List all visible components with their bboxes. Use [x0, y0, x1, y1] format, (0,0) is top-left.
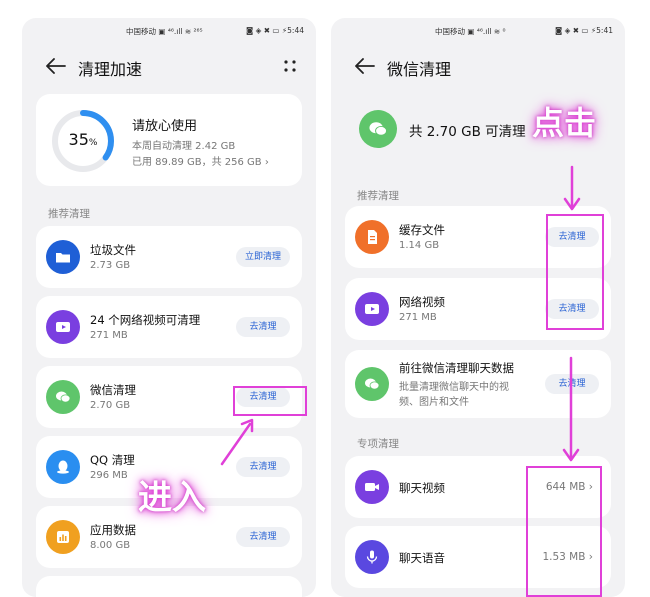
list-item-title: 应用数据	[90, 523, 136, 537]
list-item-size: 1.14 GB	[399, 240, 440, 251]
status-carrier: 中国移动 ▣ ⁴⁶.ıll ≋ ⁰	[435, 27, 506, 36]
list-item-title: 垃圾文件	[90, 243, 136, 257]
app-bar: 微信清理	[331, 48, 625, 84]
list-item-size: 2.73 GB	[90, 260, 131, 271]
summary-used: 已用 89.89 GB，共 256 GB ›	[132, 157, 269, 168]
summary-week: 本周自动清理 2.42 GB	[132, 141, 236, 152]
wechat-icon	[359, 110, 397, 148]
document-icon	[355, 220, 389, 254]
list-item-title: 微信清理	[90, 383, 136, 397]
list-item-desc-line1: 批量清理微信聊天中的视	[399, 382, 509, 393]
list-item-title: 缓存文件	[399, 223, 445, 237]
storage-percent: 35%	[68, 130, 98, 149]
status-right: ◙ ◈ ✖ ▭ ⚡5:41	[554, 26, 613, 35]
list-item-title: QQ 清理	[90, 453, 135, 467]
highlight-box-clean-buttons	[546, 214, 604, 330]
list-item-title: 网络视频	[399, 295, 445, 309]
microphone-icon	[355, 540, 389, 574]
storage-summary-card[interactable]: 35% 请放心使用 本周自动清理 2.42 GB 已用 89.89 GB，共 2…	[36, 94, 302, 186]
status-right: ◙ ◈ ✖ ▭ ⚡5:44	[245, 26, 304, 35]
arrow-annotation	[562, 356, 580, 462]
list-item-title: 前往微信清理聊天数据	[399, 361, 514, 375]
annotation-click: 点击	[532, 104, 597, 142]
page-title: 清理加速	[78, 60, 143, 79]
list-item-partial[interactable]	[36, 576, 302, 597]
back-arrow-icon[interactable]	[46, 58, 66, 74]
status-bar: 中国移动 ▣ ⁴⁶.ıll ≋ ⁰ ◙ ◈ ✖ ▭ ⚡5:41	[331, 26, 625, 40]
list-item-network-videos[interactable]: 24 个网络视频可清理 271 MB 去清理	[36, 296, 302, 358]
chart-icon	[46, 520, 80, 554]
summary-total: 共 2.70 GB 可清理	[409, 124, 526, 140]
list-item-junk-files[interactable]: 垃圾文件 2.73 GB 立即清理	[36, 226, 302, 288]
video-icon	[46, 310, 80, 344]
list-item-size: 8.00 GB	[90, 540, 131, 551]
list-item-size: 296 MB	[90, 470, 128, 481]
status-bar: 中国移动 ▣ ⁴⁶.ıll ≋ ²⁶⁵ ◙ ◈ ✖ ▭ ⚡5:44	[22, 26, 316, 40]
status-carrier: 中国移动 ▣ ⁴⁶.ıll ≋ ²⁶⁵	[126, 27, 203, 36]
arrow-annotation	[220, 418, 254, 466]
annotation-enter: 进入	[138, 478, 206, 518]
wechat-icon	[355, 367, 389, 401]
section-label-recommended: 推荐清理	[357, 190, 399, 202]
list-item-title: 聊天视频	[399, 481, 445, 495]
summary-headline: 请放心使用	[132, 119, 198, 134]
highlight-box-wechat-button	[233, 386, 307, 416]
page-title: 微信清理	[387, 60, 452, 79]
qq-icon	[46, 450, 80, 484]
list-item-size: 271 MB	[90, 330, 128, 341]
go-clean-button[interactable]: 去清理	[236, 527, 290, 547]
highlight-box-special-sizes	[526, 466, 602, 597]
section-label-recommended: 推荐清理	[48, 208, 90, 220]
list-item-title: 聊天语音	[399, 551, 445, 565]
go-clean-button[interactable]: 去清理	[236, 317, 290, 337]
list-item-size: 271 MB	[399, 312, 437, 323]
more-icon[interactable]	[282, 58, 298, 74]
video-icon	[355, 292, 389, 326]
camera-icon	[355, 470, 389, 504]
list-item-desc-line2: 频、图片和文件	[399, 397, 469, 408]
app-bar: 清理加速	[22, 48, 316, 84]
list-item-title: 24 个网络视频可清理	[90, 313, 201, 327]
folder-icon	[46, 240, 80, 274]
list-item-size: 2.70 GB	[90, 400, 131, 411]
back-arrow-icon[interactable]	[355, 58, 375, 74]
wechat-icon	[46, 380, 80, 414]
clean-now-button[interactable]: 立即清理	[236, 247, 290, 267]
section-label-special: 专项清理	[357, 438, 399, 450]
arrow-annotation	[563, 165, 581, 211]
